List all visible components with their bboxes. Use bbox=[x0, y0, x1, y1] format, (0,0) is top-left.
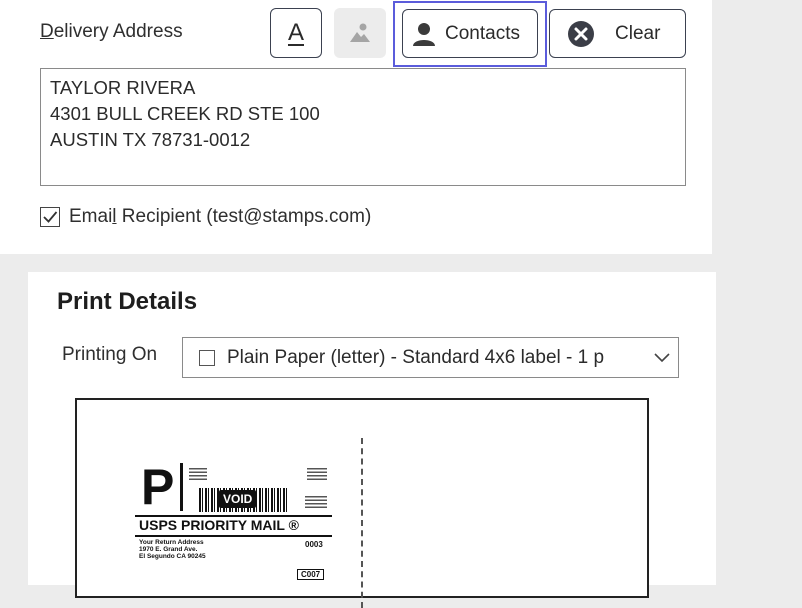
service-rule bbox=[135, 535, 332, 537]
label-preview: P VOID USPS PRIORITY MAIL ® Your Return … bbox=[75, 398, 649, 608]
chevron-down-icon bbox=[654, 352, 670, 362]
return-address-line: El Segundo CA 90245 bbox=[139, 553, 206, 560]
image-icon bbox=[350, 23, 370, 42]
return-address-line: Your Return Address bbox=[139, 539, 204, 546]
print-details-title: Print Details bbox=[57, 288, 198, 315]
fine-print-mark bbox=[305, 496, 327, 510]
clear-label: Clear bbox=[615, 22, 661, 44]
clear-button[interactable]: Clear bbox=[549, 9, 686, 58]
fold-line bbox=[361, 438, 363, 608]
fine-print-mark bbox=[189, 468, 207, 482]
delivery-address-mnemonic: D bbox=[40, 21, 54, 42]
image-button[interactable] bbox=[334, 8, 386, 58]
checkmark-icon bbox=[43, 211, 58, 223]
printing-on-dropdown[interactable]: Plain Paper (letter) - Standard 4x6 labe… bbox=[182, 337, 679, 378]
email-label-part-rest: Recipient (test@stamps.com) bbox=[116, 206, 372, 227]
paper-icon bbox=[199, 349, 215, 366]
contacts-label: Contacts bbox=[445, 22, 520, 44]
service-letter: P bbox=[141, 459, 175, 515]
service-name: USPS PRIORITY MAIL ® bbox=[139, 517, 299, 533]
person-icon bbox=[413, 22, 435, 46]
email-recipient-label[interactable]: Email Recipient (test@stamps.com) bbox=[69, 206, 371, 228]
label-code: 0003 bbox=[305, 540, 323, 549]
close-circle-icon bbox=[568, 20, 594, 47]
contacts-button[interactable]: Contacts bbox=[402, 9, 538, 58]
return-address-line: 1970 E. Grand Ave. bbox=[139, 546, 198, 553]
delivery-address-label: Delivery Address bbox=[40, 21, 183, 43]
delivery-address-panel: Delivery Address A Contacts Clear TAYLOR… bbox=[0, 0, 712, 254]
service-divider bbox=[180, 463, 183, 511]
void-stamp: VOID bbox=[219, 490, 257, 508]
email-recipient-checkbox[interactable] bbox=[40, 207, 60, 227]
text-format-button[interactable]: A bbox=[270, 8, 322, 58]
fine-print-mark bbox=[307, 468, 327, 482]
return-address: Your Return Address 1970 E. Grand Ave. E… bbox=[139, 539, 206, 560]
printing-on-label: Printing On bbox=[62, 344, 158, 365]
text-format-icon: A bbox=[287, 19, 304, 46]
label-code-box: C007 bbox=[297, 569, 325, 580]
printing-on-value: Plain Paper (letter) - Standard 4x6 labe… bbox=[227, 346, 605, 368]
delivery-address-label-text: elivery Address bbox=[53, 21, 183, 42]
email-label-part: Emai bbox=[69, 206, 113, 227]
delivery-address-field[interactable] bbox=[40, 68, 686, 186]
